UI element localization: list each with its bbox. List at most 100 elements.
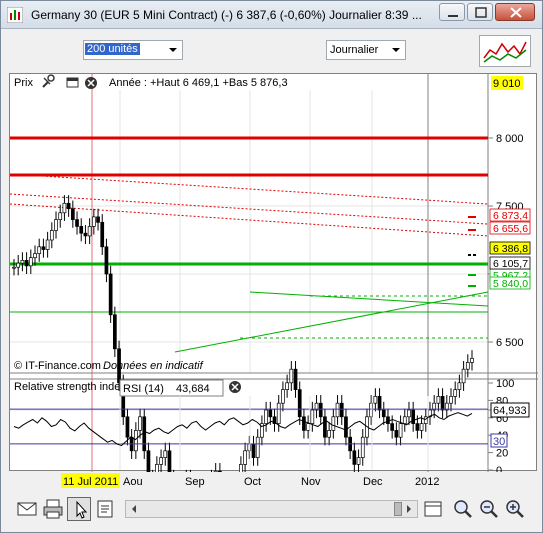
candle-body [293, 368, 298, 390]
maximize-icon [475, 7, 487, 18]
candle-body [302, 416, 306, 431]
candle-body [159, 457, 163, 465]
candle-body [112, 314, 117, 350]
zoom-out-icon[interactable] [477, 497, 501, 521]
candle-body [91, 216, 96, 227]
horizontal-scrollbar[interactable] [125, 500, 418, 518]
app-chart-icon [7, 7, 23, 23]
candle-body [104, 246, 109, 275]
mail-icon[interactable] [15, 497, 39, 521]
candle-body [33, 253, 37, 259]
footer-toolbar [1, 491, 542, 531]
candle-body [386, 416, 390, 424]
close-panel-icon[interactable] [229, 381, 241, 393]
price-annotation: Année : +Haut 6 469,1 +Bas 5 876,3 [109, 77, 288, 89]
level-label: 6 873,4 [493, 210, 528, 222]
rsi-current-value: 64,933 [493, 405, 527, 417]
rsi-panel-label: Relative strength index [14, 381, 126, 393]
candle-body [297, 389, 302, 418]
scroll-right-icon[interactable] [402, 501, 416, 517]
candle-body [394, 430, 399, 438]
print-icon[interactable] [41, 497, 65, 521]
candle-body [134, 430, 138, 452]
scroll-left-icon[interactable] [127, 501, 141, 517]
candle-body [268, 409, 273, 418]
candle-body [285, 382, 289, 390]
candle-body [344, 416, 348, 438]
candle-body [323, 416, 327, 438]
candle-body [398, 423, 403, 438]
window-split-icon[interactable] [421, 497, 445, 521]
candle-body [318, 402, 323, 418]
cursor-icon[interactable] [67, 497, 91, 521]
rsi-panel-header: Relative strength index RSI (14) 43,684 [14, 379, 241, 397]
candle-body [470, 357, 474, 363]
candle-body [310, 409, 315, 424]
price-tick-label: 8 000 [496, 133, 524, 145]
candle-body [24, 260, 29, 267]
zoom-in-icon[interactable] [503, 497, 527, 521]
candle-body [457, 382, 462, 390]
x-axis-label: Dec [363, 476, 383, 488]
candle-body [66, 202, 71, 210]
price-tick-label: 6 500 [496, 337, 524, 349]
window-title: Germany 30 (EUR 5 Mini Contract) (-) 6 3… [31, 8, 422, 22]
candle-body [16, 262, 21, 268]
level-labels: 6 873,46 655,66 386,85 967,25 840,06 105… [489, 208, 531, 290]
candle-body [360, 436, 365, 458]
candle-body [339, 402, 344, 418]
printer2-icon[interactable] [93, 497, 117, 521]
candle-body [289, 368, 294, 384]
zoom-fit-icon[interactable] [451, 497, 475, 521]
x-axis-label: Nov [301, 476, 321, 488]
chart-type-icon [483, 41, 527, 63]
units-select[interactable]: 200 unités [83, 40, 183, 60]
candle-body [87, 226, 92, 237]
x-axis-label: Oct [244, 476, 261, 488]
rsi-level-label: 30 [493, 436, 505, 448]
candle-body [251, 443, 256, 458]
chart-type-button[interactable] [479, 35, 531, 67]
candle-body [356, 457, 361, 465]
candle-body [70, 208, 75, 220]
level-label: 6 386,8 [493, 243, 528, 255]
candle-body [436, 396, 441, 404]
candle-body [12, 266, 16, 269]
maximize-button[interactable] [467, 3, 493, 21]
level-label: 5 840,0 [493, 278, 528, 290]
minimize-button[interactable] [439, 3, 465, 21]
close-icon [510, 7, 522, 18]
app-window: Germany 30 (EUR 5 Mini Contract) (-) 6 3… [0, 0, 543, 533]
candle-body [125, 416, 130, 438]
window-icon[interactable] [66, 77, 79, 88]
candle-body [461, 368, 466, 384]
scroll-thumb[interactable] [394, 502, 402, 516]
close-button[interactable] [495, 3, 535, 21]
candle-body [45, 239, 50, 250]
candle-body [167, 450, 172, 479]
candle-body [75, 219, 79, 227]
title-bar: Germany 30 (EUR 5 Mini Contract) (-) 6 3… [1, 1, 542, 29]
candle-body [415, 423, 420, 431]
candle-body [28, 257, 33, 267]
candle-body [352, 450, 357, 465]
close-panel-icon[interactable] [85, 77, 97, 89]
candle-body [83, 232, 88, 237]
candle-body [142, 416, 147, 452]
candle-body [255, 436, 260, 458]
credit-note: Données en indicatif [103, 360, 204, 372]
chevron-down-icon [169, 48, 177, 52]
chart-canvas[interactable]: Prix Année : +Haut 6 469,1 +Bas 5 876,3 … [9, 74, 538, 533]
chart-area[interactable]: Prix Année : +Haut 6 469,1 +Bas 5 876,3 … [9, 73, 538, 533]
candle-body [419, 423, 424, 431]
period-select[interactable]: Journalier [326, 40, 406, 60]
candle-body [276, 402, 281, 424]
chevron-down-icon [392, 48, 400, 52]
top-value-label: 9 010 [493, 78, 521, 90]
candle-body [54, 219, 58, 231]
candle-body [411, 409, 416, 424]
candle-body [79, 226, 84, 234]
x-highlight-label: 11 Jul 2011 [63, 476, 118, 488]
candle-body [465, 362, 470, 370]
rsi-y-ticks: 100806040200 [488, 378, 514, 477]
